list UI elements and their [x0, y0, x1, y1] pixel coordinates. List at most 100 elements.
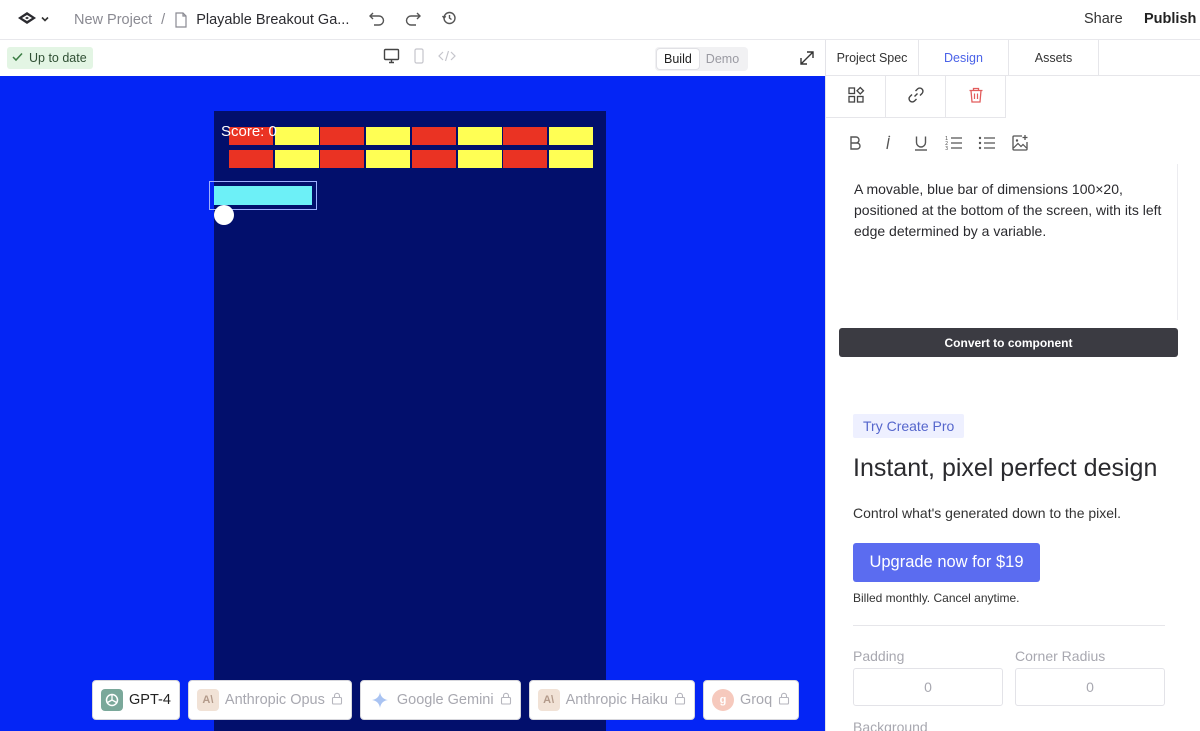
corner-radius-input[interactable]: 0	[1015, 668, 1165, 706]
gemini-icon	[369, 689, 391, 711]
history-icon	[441, 10, 457, 31]
upgrade-button[interactable]: Upgrade now for $19	[853, 543, 1040, 582]
status-badge: Up to date	[7, 47, 93, 69]
score-text: Score: 0	[221, 123, 277, 140]
ordered-list-icon: 123	[945, 135, 963, 156]
delete-button[interactable]	[946, 76, 1006, 118]
insert-image-button[interactable]	[1003, 134, 1036, 156]
tab-project-spec[interactable]: Project Spec	[826, 40, 919, 76]
logo-icon	[16, 10, 38, 31]
components-button[interactable]	[826, 76, 886, 118]
model-chip-gpt-4[interactable]: GPT-4	[92, 680, 180, 720]
anthropic-icon: A\	[196, 689, 219, 711]
tab-design[interactable]: Design	[919, 40, 1009, 76]
mobile-view-button[interactable]	[410, 47, 428, 69]
bold-icon	[848, 135, 862, 156]
corner-radius-label: Corner Radius	[1015, 648, 1106, 664]
groq-icon: g	[711, 689, 734, 711]
build-mode-button[interactable]: Build	[657, 49, 699, 69]
pro-description: Control what's generated down to the pix…	[853, 505, 1122, 521]
model-label: Anthropic Haiku	[565, 692, 668, 708]
desktop-icon	[383, 48, 400, 69]
redo-icon	[404, 10, 422, 31]
components-icon	[847, 86, 865, 109]
chevron-down-icon	[40, 11, 50, 29]
history-controls	[366, 9, 460, 31]
ball[interactable]	[214, 205, 234, 225]
breadcrumb-file[interactable]: Playable Breakout Ga...	[196, 12, 349, 28]
top-bar: New Project / Playable Breakout Ga... Sh…	[0, 0, 1200, 40]
brick	[457, 127, 502, 145]
underline-button[interactable]	[904, 134, 937, 156]
brick	[320, 150, 365, 168]
anthropic-icon: A\	[537, 689, 560, 711]
underline-icon	[914, 135, 928, 156]
code-icon	[438, 49, 456, 67]
divider	[853, 625, 1165, 626]
model-chip-anthropic-haiku[interactable]: A\ Anthropic Haiku	[528, 680, 695, 720]
check-icon	[12, 51, 23, 65]
element-tools	[826, 76, 1006, 118]
lock-icon	[778, 692, 790, 709]
link-button[interactable]	[886, 76, 946, 118]
lock-icon	[331, 692, 343, 709]
brick	[503, 127, 548, 145]
svg-text:3: 3	[945, 146, 948, 151]
model-selector: GPT-4 A\ Anthropic Opus Google Gemini A\…	[92, 680, 800, 720]
breadcrumb-project[interactable]: New Project	[74, 12, 152, 28]
breadcrumb: New Project / Playable Breakout Ga...	[74, 0, 349, 40]
bold-button[interactable]	[838, 134, 871, 156]
brick	[548, 150, 593, 168]
brick	[274, 150, 319, 168]
brick	[411, 127, 456, 145]
history-button[interactable]	[438, 9, 460, 31]
mode-toggle: Build Demo	[655, 47, 749, 71]
desktop-view-button[interactable]	[382, 48, 400, 69]
paddle[interactable]	[214, 186, 312, 205]
breadcrumb-separator: /	[161, 12, 166, 28]
share-button[interactable]: Share	[1084, 11, 1123, 27]
background-label: Background	[853, 719, 928, 731]
model-chip-groq[interactable]: g Groq	[702, 680, 800, 720]
redo-button[interactable]	[402, 9, 424, 31]
lock-icon	[674, 692, 686, 709]
expand-icon	[798, 51, 816, 71]
model-label: Groq	[739, 692, 773, 708]
code-view-button[interactable]	[438, 49, 456, 67]
publish-button[interactable]: Publish	[1144, 11, 1196, 27]
convert-to-component-button[interactable]: Convert to component	[839, 328, 1178, 357]
brick	[320, 127, 365, 145]
lock-icon	[500, 692, 512, 709]
bullet-list-button[interactable]	[970, 134, 1003, 156]
model-label: Google Gemini	[396, 692, 494, 708]
pro-title: Instant, pixel perfect design	[853, 454, 1158, 482]
undo-button[interactable]	[366, 9, 388, 31]
italic-icon	[882, 135, 894, 156]
italic-button[interactable]	[871, 134, 904, 156]
preview-canvas[interactable]: Score: 0 GPT-4 A\ Anthropic Opus Google …	[0, 76, 825, 731]
device-preview-controls	[382, 47, 456, 69]
description-editor[interactable]: A movable, blue bar of dimensions 100×20…	[840, 164, 1178, 320]
brick	[274, 127, 319, 145]
model-label: GPT-4	[129, 692, 171, 708]
model-chip-google-gemini[interactable]: Google Gemini	[359, 680, 521, 720]
undo-icon	[368, 10, 386, 31]
brick	[366, 150, 411, 168]
tab-assets[interactable]: Assets	[1009, 40, 1099, 76]
brick	[366, 127, 411, 145]
padding-input[interactable]: 0	[853, 668, 1003, 706]
padding-label: Padding	[853, 648, 905, 664]
logo-menu[interactable]	[16, 9, 54, 31]
game-area[interactable]: Score: 0	[209, 111, 606, 731]
expand-button[interactable]	[798, 49, 816, 67]
format-toolbar: 123	[838, 134, 1036, 156]
pro-badge: Try Create Pro	[853, 414, 965, 438]
demo-mode-button[interactable]: Demo	[699, 49, 746, 69]
mobile-icon	[414, 47, 424, 69]
ordered-list-button[interactable]: 123	[937, 134, 970, 156]
brick	[548, 127, 593, 145]
model-label: Anthropic Opus	[224, 692, 325, 708]
model-chip-anthropic-opus[interactable]: A\ Anthropic Opus	[187, 680, 352, 720]
brick	[503, 150, 548, 168]
design-panel: Project Spec Design Assets 1 2 3 A movab…	[825, 40, 1200, 731]
